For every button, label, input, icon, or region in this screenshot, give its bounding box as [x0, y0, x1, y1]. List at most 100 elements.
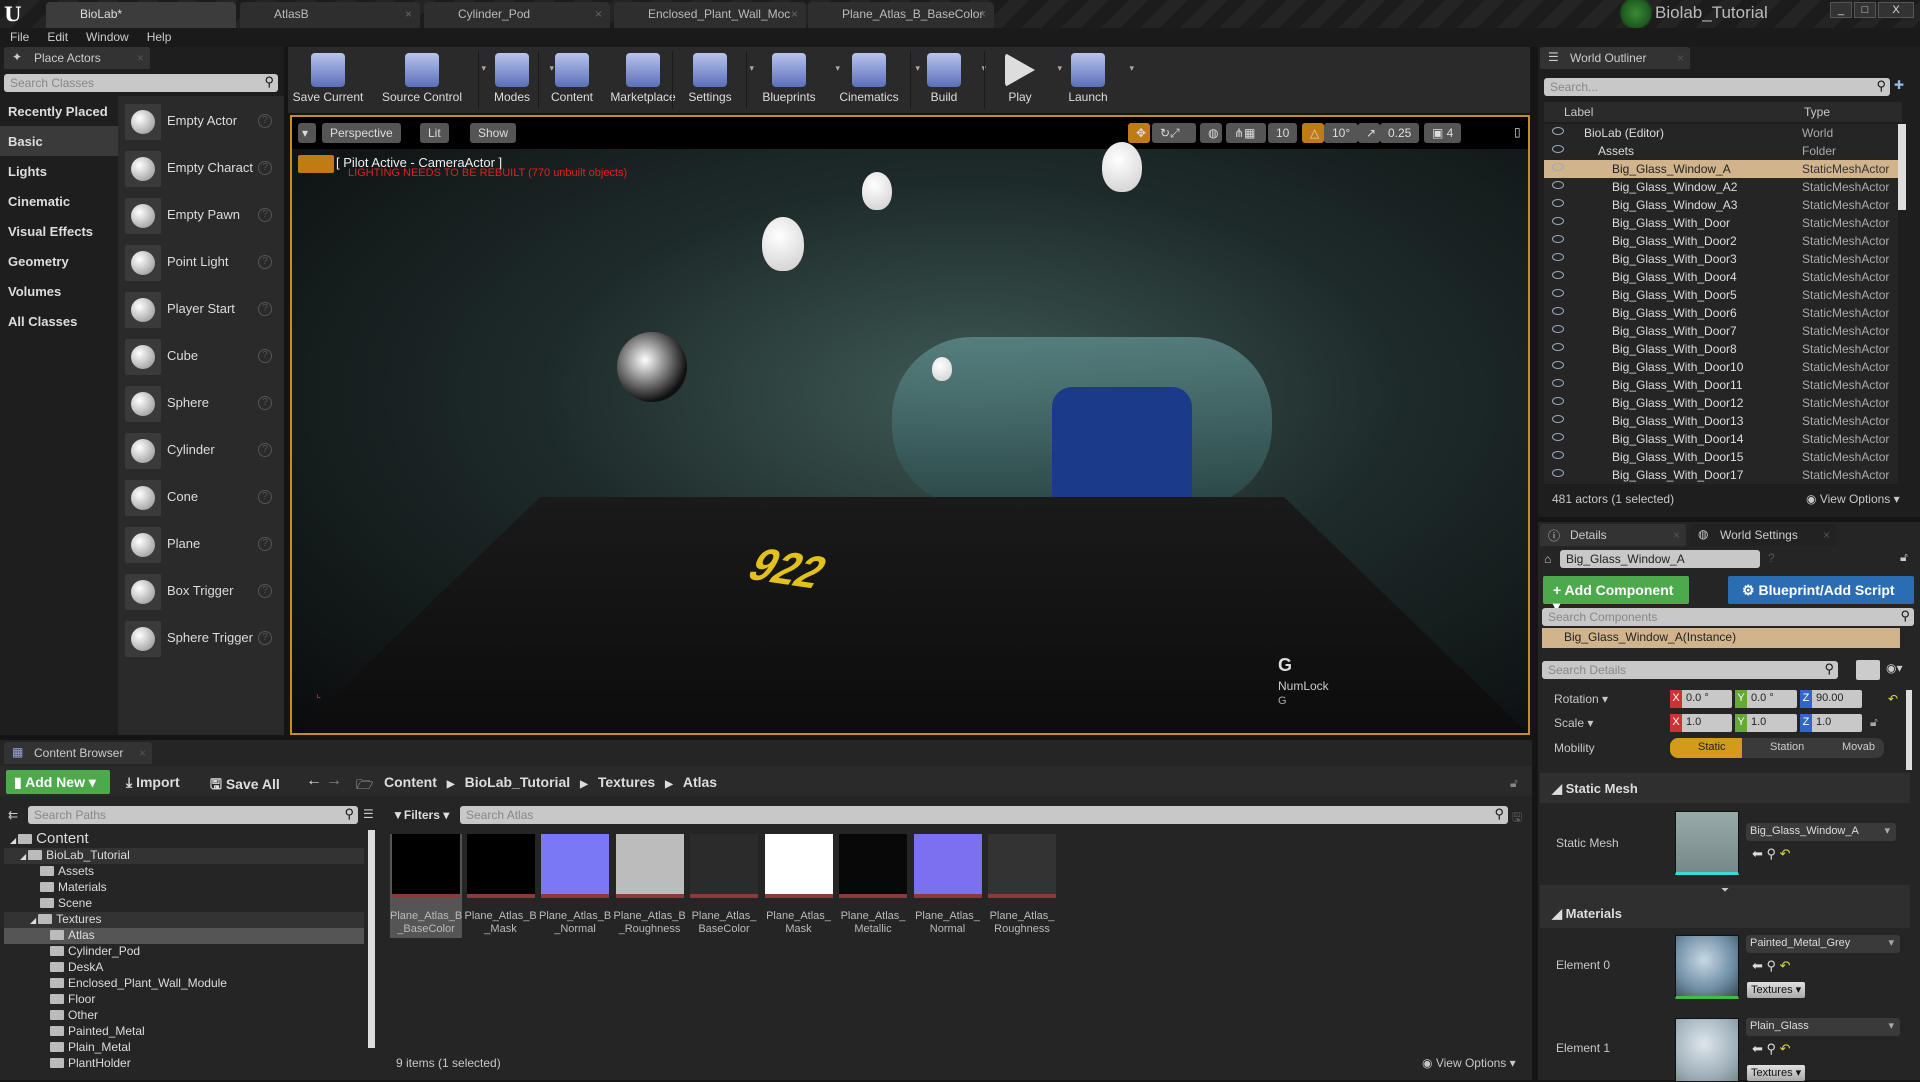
perspective-button[interactable]: Perspective [322, 123, 401, 143]
column-type[interactable]: Type [1804, 105, 1830, 119]
folder-item[interactable]: Other [4, 1008, 364, 1024]
details-scrollbar[interactable] [1906, 690, 1912, 770]
eye-icon[interactable] [1552, 433, 1564, 441]
viewport-options-button[interactable]: ▾ [298, 123, 316, 143]
close-icon[interactable]: × [1673, 528, 1680, 542]
search-classes-input[interactable]: Search Classes ⚲ [4, 74, 278, 92]
search-assets-input[interactable]: Search Atlas ⚲ [460, 806, 1508, 824]
folder-item[interactable]: Materials [4, 880, 364, 896]
outliner-row[interactable]: Big_Glass_With_Door13 StaticMeshActor [1544, 412, 1898, 430]
help-icon[interactable]: ? [258, 302, 272, 316]
help-icon[interactable]: ? [258, 208, 272, 222]
close-icon[interactable]: × [979, 7, 986, 21]
help-icon[interactable]: ? [258, 443, 272, 457]
asset-tile[interactable]: Plane_Atlas_ Mask [763, 834, 835, 936]
outliner-row[interactable]: Big_Glass_Window_A StaticMeshActor [1544, 160, 1898, 178]
search-paths-input[interactable]: Search Paths ⚲ [28, 806, 358, 824]
outliner-row[interactable]: Big_Glass_With_Door2 StaticMeshActor [1544, 232, 1898, 250]
folder-item[interactable]: Painted_Metal [4, 1024, 364, 1040]
folder-item[interactable]: Cylinder_Pod [4, 944, 364, 960]
category-lights[interactable]: Lights [0, 156, 118, 186]
category-all-classes[interactable]: All Classes [0, 306, 118, 336]
actor-item[interactable]: Plane? [125, 523, 275, 567]
folder-item[interactable]: DeskA [4, 960, 364, 976]
expand-arrow-icon[interactable]: ◢ [10, 836, 16, 845]
material-1-thumbnail[interactable] [1675, 1018, 1739, 1082]
help-icon[interactable]: ? [258, 349, 272, 363]
search-details-input[interactable]: Search Details ⚲ [1542, 661, 1838, 679]
outliner-row[interactable]: Big_Glass_With_Door3 StaticMeshActor [1544, 250, 1898, 268]
advanced-expand-icon[interactable]: ⏷ [1540, 885, 1910, 899]
category-volumes[interactable]: Volumes [0, 276, 118, 306]
eye-icon[interactable] [1552, 271, 1564, 279]
translate-mode-icon[interactable]: ✥ [1128, 123, 1150, 143]
asset-tile[interactable]: Plane_Atlas_ Roughness [986, 834, 1058, 936]
folder-item[interactable]: ◢ BioLab_Tutorial [4, 848, 364, 864]
outliner-row[interactable]: Big_Glass_With_Door4 StaticMeshActor [1544, 268, 1898, 286]
maximize-button[interactable]: □ [1854, 2, 1876, 18]
close-icon[interactable]: × [595, 7, 602, 21]
toolbar-launch-button[interactable]: Launch ▾ [1056, 47, 1134, 113]
outliner-row[interactable]: Big_Glass_With_Door10 StaticMeshActor [1544, 358, 1898, 376]
category-visual-effects[interactable]: Visual Effects [0, 216, 118, 246]
breadcrumb-item[interactable]: Textures [598, 774, 655, 790]
toolbar-play-button[interactable]: Play ▾ [992, 47, 1062, 113]
outliner-row[interactable]: Big_Glass_Window_A2 StaticMeshActor [1544, 178, 1898, 196]
outliner-search-input[interactable]: Search... ⚲ [1544, 78, 1890, 96]
outliner-row[interactable]: Big_Glass_With_Door12 StaticMeshActor [1544, 394, 1898, 412]
asset-tile[interactable]: Plane_Atlas_ BaseColor [688, 834, 760, 936]
tree-scrollbar[interactable] [368, 830, 375, 1048]
close-icon[interactable]: × [791, 7, 798, 21]
help-icon[interactable]: ? [258, 584, 272, 598]
add-component-button[interactable]: + Add Component ▾ [1543, 576, 1689, 614]
folder-item[interactable]: PlantHolder [4, 1056, 364, 1072]
toolbar-source-control-button[interactable]: Source Control ▾ [372, 47, 486, 113]
toolbar-save-current-button[interactable]: Save Current [288, 47, 368, 113]
toolbar-settings-button[interactable]: Settings ▾ [680, 47, 754, 113]
category-basic[interactable]: Basic [0, 126, 118, 156]
column-label[interactable]: Label [1564, 105, 1593, 119]
toolbar-marketplace-button[interactable]: Marketplace [608, 47, 678, 113]
help-icon[interactable]: ? [258, 114, 272, 128]
rotation-y-field[interactable]: Y 0.0 ° [1735, 690, 1797, 708]
add-new-button[interactable]: ▮ Add New ▾ [6, 770, 110, 794]
close-icon[interactable]: × [139, 746, 146, 760]
breadcrumb-item[interactable]: Content [384, 774, 437, 790]
save-search-icon[interactable]: 🖫︎ [1512, 808, 1522, 829]
eye-icon[interactable] [1552, 307, 1564, 315]
maximize-viewport-icon[interactable]: ▯ [1514, 125, 1521, 139]
breadcrumb-item[interactable]: BioLab_Tutorial [465, 774, 571, 790]
doc-tab-enclosed-plant[interactable]: Enclosed_Plant_Wall_Moc × [614, 2, 806, 28]
eye-icon[interactable] [1552, 163, 1564, 171]
expand-arrow-icon[interactable]: ◢ [30, 916, 36, 925]
rotation-x-field[interactable]: X 0.0 ° [1670, 690, 1732, 708]
actor-item[interactable]: Sphere Trigger? [125, 617, 275, 661]
eye-icon[interactable] [1552, 127, 1564, 135]
grid-snap-value[interactable]: 10 [1268, 123, 1298, 143]
actor-item[interactable]: Sphere? [125, 382, 275, 426]
outliner-row[interactable]: Big_Glass_With_Door7 StaticMeshActor [1544, 322, 1898, 340]
eye-icon[interactable] [1552, 415, 1564, 423]
scale-x-field[interactable]: X 1.0 [1670, 714, 1732, 732]
eye-icon[interactable] [1552, 397, 1564, 405]
help-icon[interactable]: ? [258, 161, 272, 175]
search-components-input[interactable]: Search Components ⚲ [1542, 608, 1914, 626]
close-button[interactable]: X [1878, 2, 1914, 18]
help-icon[interactable]: ? [1768, 551, 1775, 565]
reset-icon[interactable]: ↶ [1888, 692, 1898, 706]
actor-name-field[interactable]: Big_Glass_Window_A [1560, 550, 1760, 568]
world-local-icon[interactable]: ◍ [1200, 123, 1222, 143]
toolbar-cinematics-button[interactable]: Cinematics ▾ [832, 47, 920, 113]
eye-icon[interactable] [1552, 253, 1564, 261]
component-instance-row[interactable]: Big_Glass_Window_A(Instance) [1542, 628, 1900, 648]
actor-item[interactable]: Empty Actor? [125, 100, 275, 144]
mobility-movable[interactable]: Movab [1814, 738, 1884, 758]
outliner-scrollbar[interactable] [1898, 124, 1906, 210]
toolbar-content-button[interactable]: Content [544, 47, 600, 113]
camera-speed-button[interactable]: ▣ 4 [1424, 123, 1462, 143]
outliner-row[interactable]: BioLab (Editor) World [1544, 124, 1898, 142]
material-1-textures-button[interactable]: Textures ▾ [1747, 1065, 1806, 1081]
material-0-textures-button[interactable]: Textures ▾ [1747, 982, 1806, 998]
asset-tile[interactable]: Plane_Atlas_B _Roughness [614, 834, 686, 936]
eye-icon[interactable] [1552, 343, 1564, 351]
